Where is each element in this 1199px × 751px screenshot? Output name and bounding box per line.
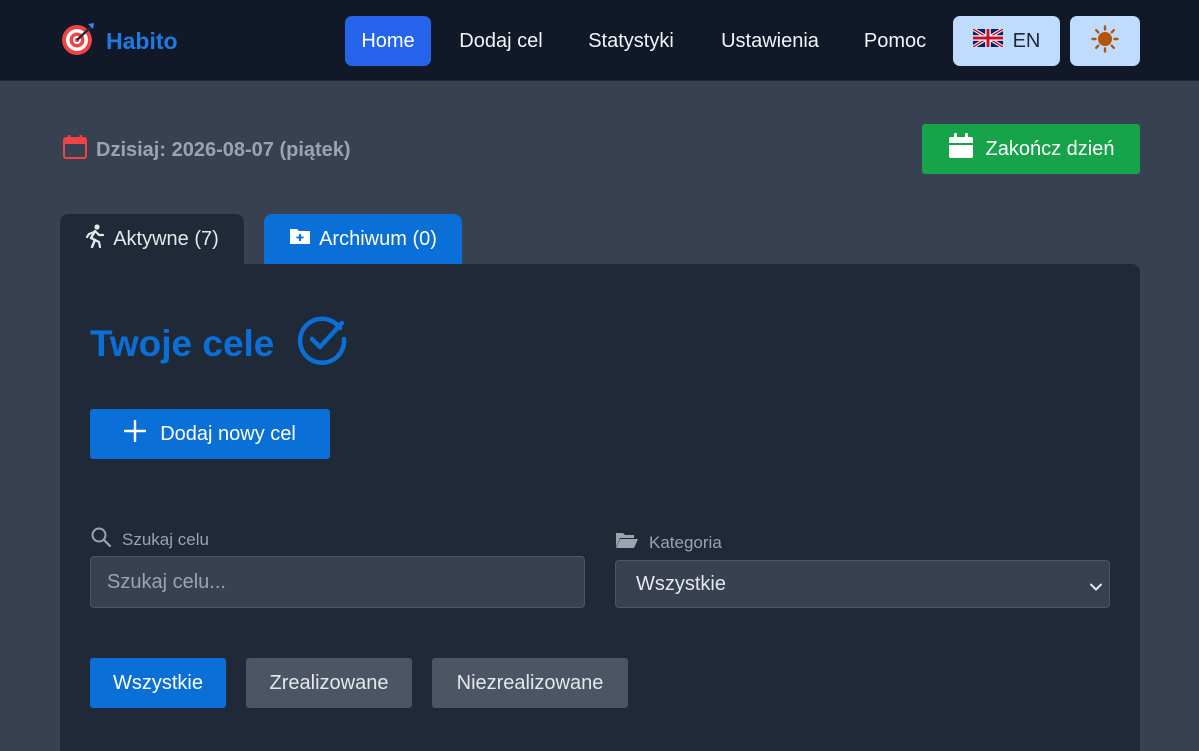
check-circle-icon xyxy=(296,312,350,375)
category-select[interactable]: Wszystkie xyxy=(615,560,1110,608)
end-day-label: Zakończ dzień xyxy=(985,137,1115,160)
language-label: EN xyxy=(1012,29,1041,52)
page-title: Twoje cele xyxy=(90,312,350,375)
category-label-text: Kategoria xyxy=(649,532,722,552)
filter-all-button[interactable]: Wszystkie xyxy=(90,658,226,708)
search-input[interactable] xyxy=(90,556,585,608)
category-selected-value: Wszystkie xyxy=(636,572,726,595)
filter-not-completed-button[interactable]: Niezrealizowane xyxy=(432,658,628,708)
category-label: Kategoria xyxy=(615,530,722,555)
navbar: Habito Home Dodaj cel Statystyki Ustawie… xyxy=(0,0,1199,81)
calendar-icon xyxy=(948,133,974,165)
nav-help[interactable]: Pomoc xyxy=(849,16,941,66)
chevron-down-icon xyxy=(1089,577,1103,600)
sun-icon xyxy=(1091,24,1119,58)
calendar-icon xyxy=(62,134,88,166)
language-button[interactable]: EN xyxy=(953,16,1060,66)
end-day-button[interactable]: Zakończ dzień xyxy=(922,124,1140,174)
filter-completed-button[interactable]: Zrealizowane xyxy=(246,658,412,708)
add-goal-button[interactable]: Dodaj nowy cel xyxy=(90,409,330,459)
brand-logo[interactable]: Habito xyxy=(60,22,178,58)
nav-add-goal[interactable]: Dodaj cel xyxy=(441,16,561,66)
date-text: Dzisiaj: 2026-08-07 (piątek) xyxy=(96,138,351,161)
plus-icon xyxy=(123,419,147,448)
brand-name: Habito xyxy=(106,27,178,54)
folder-plus-icon xyxy=(289,227,311,251)
target-icon xyxy=(60,21,96,62)
add-goal-label: Dodaj nowy cel xyxy=(160,422,296,445)
tab-archive-label: Archiwum (0) xyxy=(319,227,437,250)
tab-active-goals[interactable]: Aktywne (7) xyxy=(60,214,244,264)
search-label-text: Szukaj celu xyxy=(122,529,209,549)
nav-statistics[interactable]: Statystyki xyxy=(571,16,691,66)
page-title-text: Twoje cele xyxy=(90,322,275,364)
running-person-icon xyxy=(85,224,105,254)
nav-home[interactable]: Home xyxy=(345,16,431,66)
uk-flag-icon xyxy=(971,27,1004,53)
folder-open-icon xyxy=(615,530,639,555)
tab-active-label: Aktywne (7) xyxy=(113,227,219,250)
theme-toggle-button[interactable] xyxy=(1070,16,1140,66)
goals-card: Twoje cele Dodaj nowy cel Szukaj celu Sz… xyxy=(60,264,1140,751)
nav-settings[interactable]: Ustawienia xyxy=(701,16,839,66)
search-icon xyxy=(90,526,112,553)
search-label: Szukaj celu xyxy=(90,526,209,553)
tab-archive[interactable]: Archiwum (0) xyxy=(264,214,462,264)
today-date: Dzisiaj: 2026-08-07 (piątek) xyxy=(62,134,351,166)
